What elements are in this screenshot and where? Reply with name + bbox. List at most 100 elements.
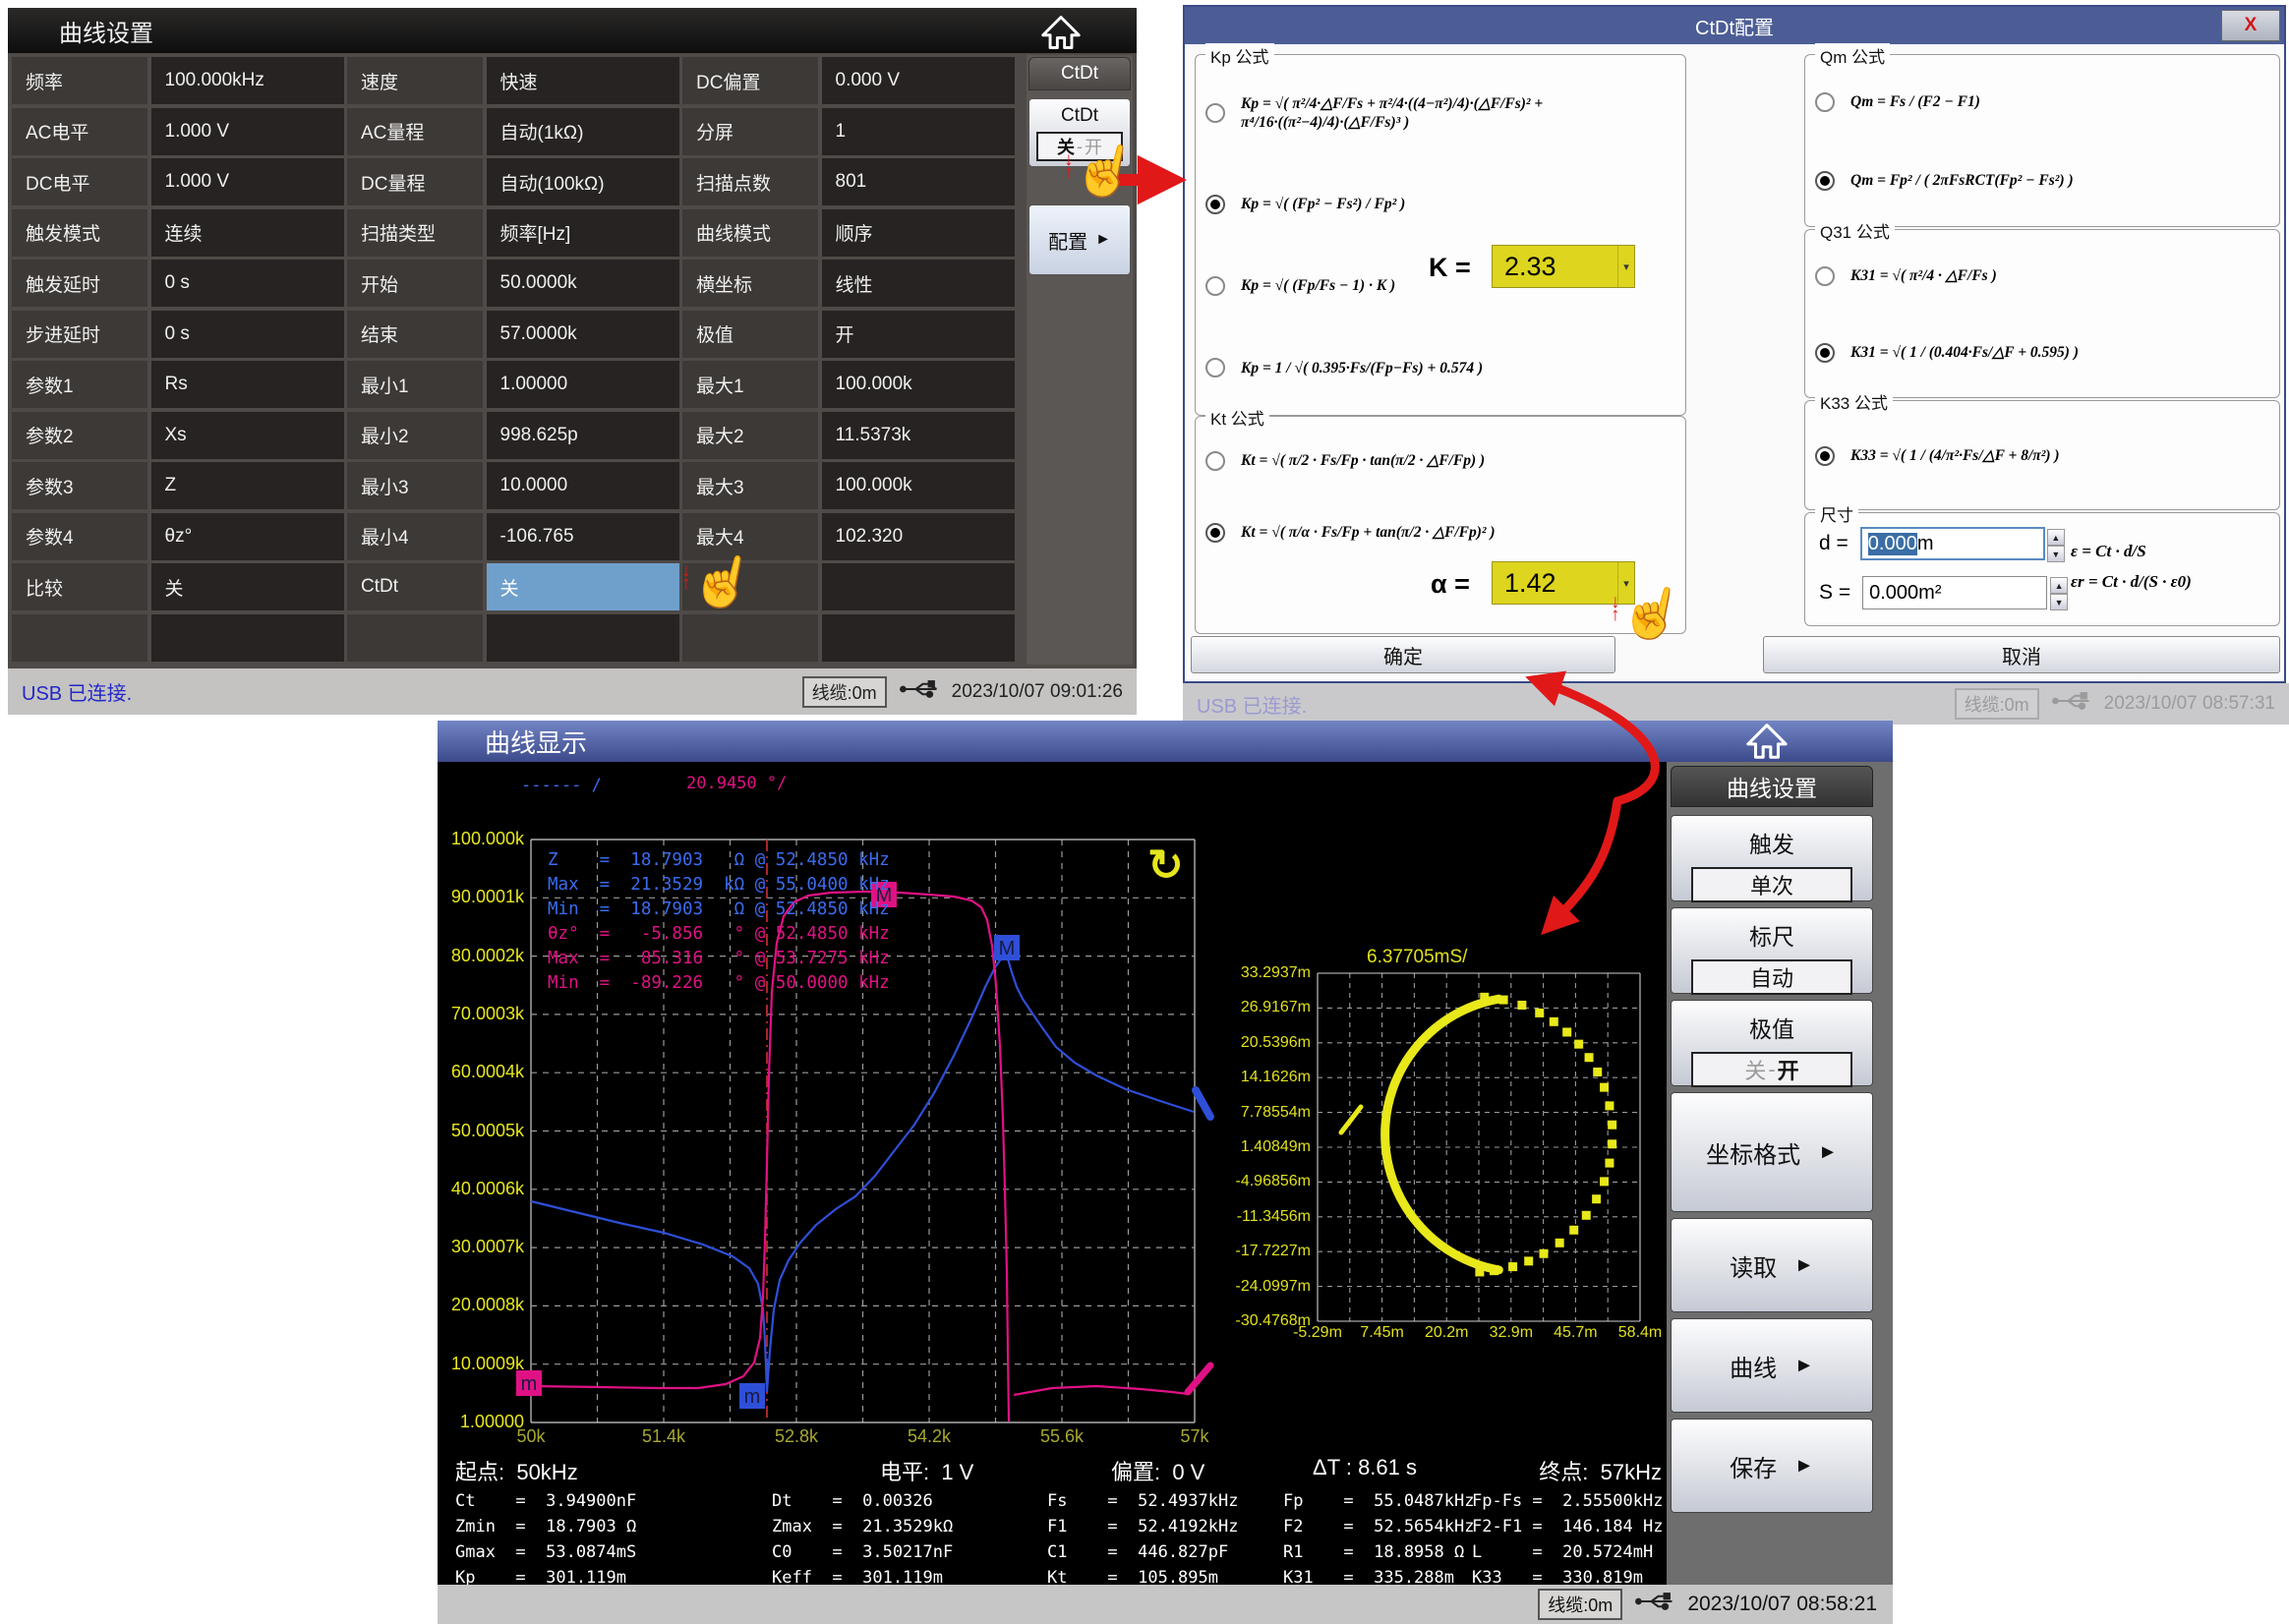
kt-option-1: Kt = √( π/α · Fs/Fp + tan(π/2 · △F/Fp)² … [1205,523,1677,543]
settings-value[interactable]: 50.0000k [487,260,679,307]
settings-value[interactable]: 1 [822,108,1015,155]
spin-up-icon[interactable]: ▲ [2050,577,2068,594]
k33-formula-group: K33 公式 K33 = √( 1 / (4/π²·Fs/△F + 8/π²) … [1804,400,2280,510]
extremum-button[interactable]: 极值 关-开 [1671,1000,1873,1086]
settings-value[interactable]: Rs [151,361,344,408]
kp-radio-1[interactable] [1205,195,1225,214]
settings-label: 频率 [12,57,147,104]
settings-value[interactable]: 开 [822,311,1015,358]
settings-value[interactable]: 10.0000 [487,462,679,509]
kt-radio-0[interactable] [1205,451,1225,471]
settings-value[interactable]: 关 [151,563,344,610]
settings-value[interactable] [487,614,679,662]
settings-value[interactable] [822,563,1015,610]
q31-radio-1[interactable] [1815,343,1835,363]
settings-value[interactable]: 自动(100kΩ) [487,158,679,205]
kp-option-0: Kp = √( π²/4·△F/Fs + π²/4·((4−π²)/4)·(△F… [1205,94,1677,133]
q31-formula-1: K31 = √( 1 / (0.404·Fs/△F + 0.595) ) [1850,343,2079,362]
settings-value[interactable]: 快速 [487,57,679,104]
settings-value[interactable]: 0.000 V [822,57,1015,104]
scale-label: 标尺 [1672,918,1872,952]
settings-value[interactable]: 自动(1kΩ) [487,108,679,155]
home-icon[interactable] [1745,722,1789,766]
curve-button[interactable]: 曲线► [1671,1318,1873,1413]
settings-label: 最小3 [347,462,483,509]
coord-format-button[interactable]: 坐标格式► [1671,1092,1873,1212]
settings-label: 速度 [347,57,483,104]
ok-button[interactable]: 确定 [1191,636,1615,673]
home-icon[interactable] [1040,14,1082,56]
settings-value[interactable]: 100.000k [822,361,1015,408]
spin-up-icon[interactable]: ▲ [2047,529,2065,546]
settings-label: 参数1 [12,361,147,408]
y-tick-label: 70.0003k [441,1004,524,1024]
qm-radio-0[interactable] [1815,92,1835,112]
settings-value[interactable]: Xs [151,412,344,459]
result-cell: R1 = 18.8958 Ω [1283,1542,1464,1562]
settings-label: AC电平 [12,108,147,155]
display-titlebar: 曲线显示 [438,721,1893,762]
settings-value[interactable]: 顺序 [822,209,1015,257]
kp-radio-0[interactable] [1205,103,1225,123]
settings-value[interactable]: 频率[Hz] [487,209,679,257]
d-value: 0.000 [1868,533,1917,555]
settings-value[interactable]: 11.5373k [822,412,1015,459]
marker-m: m [516,1370,542,1396]
settings-value[interactable]: 关 [487,563,679,610]
q31-radio-0[interactable] [1815,266,1835,286]
k33-radio-0[interactable] [1815,446,1835,466]
settings-value[interactable]: 100.000kHz [151,57,344,104]
trigger-button[interactable]: 触发 单次 [1671,815,1873,901]
cancel-button[interactable]: 取消 [1763,636,2280,673]
refresh-icon[interactable]: ↻ [1147,846,1184,886]
alpha-combo[interactable]: 1.42 ▾ [1492,561,1635,605]
result-cell: L = 20.5724mH [1472,1542,1653,1562]
ctdt-config-button[interactable]: 配置► [1028,204,1131,275]
alpha-label: α = [1431,569,1470,600]
settings-value[interactable] [151,614,344,662]
scale-button[interactable]: 标尺 自动 [1671,907,1873,994]
k33-option-0: K33 = √( 1 / (4/π²·Fs/△F + 8/π²) ) [1815,446,2271,466]
settings-value[interactable]: 0 s [151,311,344,358]
spin-down-icon[interactable]: ▼ [2050,594,2068,610]
kp-radio-2[interactable] [1205,276,1225,296]
ctdt-toggle-button[interactable]: CtDt 关-开 [1028,98,1131,167]
kp-radio-3[interactable] [1205,358,1225,377]
circle-x-tick-label: 58.4m [1609,1324,1672,1342]
settings-value[interactable]: 1.00000 [487,361,679,408]
k-combo[interactable]: 2.33 ▾ [1492,245,1635,288]
kp-formula-2: Kp = √( (Fp/Fs − 1) · K ) [1241,276,1395,295]
tab-ctdt[interactable]: CtDt [1028,57,1131,90]
settings-value[interactable]: -106.765 [487,513,679,560]
menu-tab-curve-settings[interactable]: 曲线设置 [1671,766,1873,807]
settings-value[interactable]: 998.625p [487,412,679,459]
settings-value[interactable]: 57.0000k [487,311,679,358]
settings-value[interactable]: 100.000k [822,462,1015,509]
settings-value[interactable]: 线性 [822,260,1015,307]
settings-value[interactable]: 1.000 V [151,158,344,205]
kt-radio-1[interactable] [1205,523,1225,543]
qm-radio-1[interactable] [1815,171,1835,191]
settings-value[interactable]: 连续 [151,209,344,257]
settings-value[interactable]: Z [151,462,344,509]
kp-formula-3: Kp = 1 / √( 0.395·Fs/(Fp−Fs) + 0.574 ) [1241,359,1483,377]
kp-option-1: Kp = √( (Fp² − Fs²) / Fp² ) [1205,195,1677,214]
save-button[interactable]: 保存► [1671,1419,1873,1513]
settings-value[interactable] [822,614,1015,662]
settings-value[interactable]: θz° [151,513,344,560]
cursor-line: Min = -89.226 ° @ 50.0000 kHz [548,973,890,993]
d-spinner[interactable]: ▲▼ [2047,529,2065,562]
settings-value[interactable]: 801 [822,158,1015,205]
settings-value[interactable]: 0 s [151,260,344,307]
x-tick-label: 54.2k [895,1426,964,1447]
settings-value[interactable]: 102.320 [822,513,1015,560]
settings-value[interactable]: 1.000 V [151,108,344,155]
s-spinner[interactable]: ▲▼ [2050,577,2068,610]
result-cell: C1 = 446.827pF [1047,1542,1228,1562]
s-input[interactable]: 0.000m² ▲▼ [1862,576,2047,609]
close-button[interactable]: X [2221,10,2280,41]
spin-down-icon[interactable]: ▼ [2047,546,2065,562]
sweep-start: 起点: 50kHz [455,1455,578,1486]
read-button[interactable]: 读取► [1671,1218,1873,1312]
d-input[interactable]: 0.000m ▲▼ [1860,527,2045,560]
